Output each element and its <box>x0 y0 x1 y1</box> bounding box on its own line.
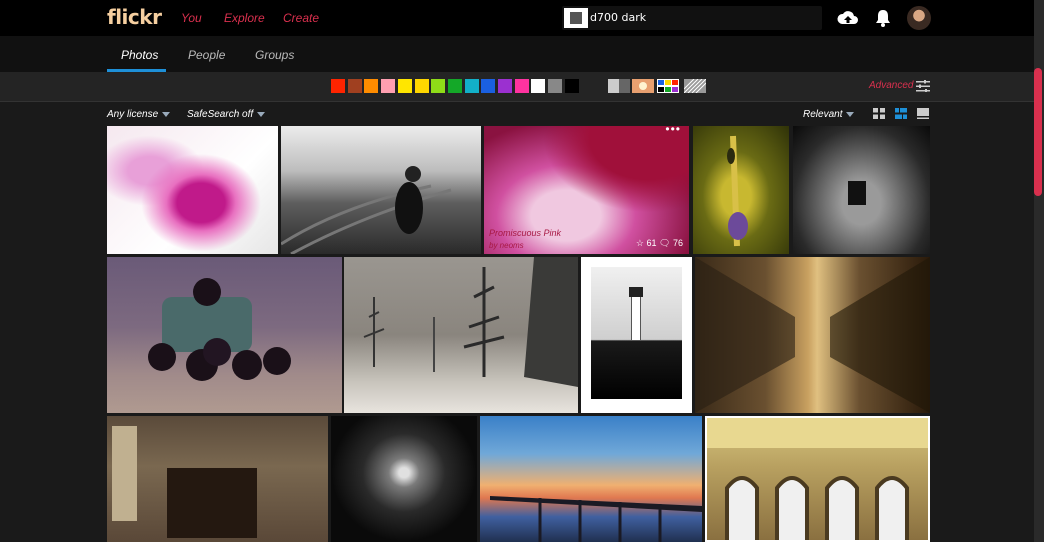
arcade-graphic <box>707 418 928 540</box>
color-swatch[interactable] <box>347 79 362 93</box>
photo-narrow-alley[interactable] <box>695 257 930 413</box>
notifications-icon[interactable] <box>872 8 894 28</box>
trees-graphic <box>363 257 578 387</box>
photo-snowy-forest[interactable] <box>344 257 578 413</box>
lighthouse-print <box>591 267 682 399</box>
piano-shape <box>167 468 257 538</box>
blackberries-graphic <box>148 278 291 381</box>
color-filter-bar: Advanced <box>0 72 1034 102</box>
tab-people[interactable]: People <box>188 48 225 62</box>
color-swatch[interactable] <box>447 79 462 93</box>
flower-graphic <box>727 135 748 247</box>
color-swatch[interactable] <box>498 79 512 93</box>
photo-stats: ☆ 61 🗨 76 <box>636 238 683 249</box>
lighthouse-cap <box>629 287 643 297</box>
safesearch-filter-label: SafeSearch off <box>187 109 254 120</box>
chevron-down-icon <box>162 111 171 117</box>
photo-lighthouse[interactable] <box>581 257 692 413</box>
search-query-text: d700 dark <box>590 11 647 24</box>
chevron-down-icon <box>257 111 266 117</box>
avatar[interactable] <box>907 6 931 30</box>
chevron-down-icon <box>846 111 855 117</box>
minimalist-filter-icon[interactable] <box>657 79 679 93</box>
nav-you[interactable]: You <box>181 11 202 25</box>
photo-dark-room[interactable] <box>793 126 930 254</box>
shallow-depth-filter-icon[interactable] <box>632 79 654 93</box>
photo-title[interactable]: Promiscuous Pink <box>489 228 561 238</box>
color-swatch[interactable] <box>414 79 429 93</box>
flickr-logo[interactable]: flickr <box>107 5 162 29</box>
search-input[interactable]: d700 dark <box>562 6 822 30</box>
color-swatch[interactable] <box>531 79 546 93</box>
color-swatch[interactable] <box>364 79 379 93</box>
tab-photos[interactable]: Photos <box>121 48 158 62</box>
color-swatch[interactable] <box>464 79 479 93</box>
alley-graphic <box>695 257 930 413</box>
top-bar: flickr You Explore Create d700 dark <box>0 0 1034 36</box>
photo-pink-magnolia[interactable] <box>107 126 278 254</box>
sort-filter[interactable]: Relevant <box>803 109 855 120</box>
photo-dark-tunnel[interactable] <box>331 416 477 542</box>
tab-groups[interactable]: Groups <box>255 48 294 62</box>
railway-graphic <box>281 166 452 254</box>
photo-abandoned-piano[interactable] <box>107 416 328 542</box>
faves-count: 61 <box>646 238 657 248</box>
window-shape <box>848 181 866 205</box>
nav-explore[interactable]: Explore <box>224 11 265 25</box>
photo-yellow-flower[interactable] <box>693 126 789 254</box>
license-filter[interactable]: Any license <box>107 109 171 120</box>
advanced-settings-icon[interactable] <box>916 80 930 92</box>
window-light <box>112 426 137 521</box>
color-swatch[interactable] <box>397 79 412 93</box>
grid-view-icon[interactable] <box>873 108 885 119</box>
safesearch-filter[interactable]: SafeSearch off <box>187 109 266 120</box>
more-options-icon[interactable]: ••• <box>665 126 681 136</box>
comments-count: 76 <box>672 238 683 248</box>
photo-ornate-arcade[interactable] <box>705 416 930 542</box>
search-type-icon[interactable] <box>564 8 588 28</box>
pier-graphic <box>490 496 702 542</box>
patterns-filter-icon[interactable] <box>684 79 706 93</box>
nav-create[interactable]: Create <box>283 11 319 25</box>
upload-icon[interactable] <box>837 8 859 28</box>
photo-pier-sunset[interactable] <box>480 416 702 542</box>
single-view-icon[interactable] <box>917 108 929 119</box>
page-scrollbar-thumb[interactable] <box>1034 68 1042 196</box>
color-swatch[interactable] <box>564 79 579 93</box>
color-swatch[interactable] <box>481 79 496 93</box>
photo-promiscuous-pink[interactable]: ••• Promiscuous Pink by neoms ☆ 61 🗨 76 <box>484 126 689 254</box>
sort-filter-label: Relevant <box>803 109 843 120</box>
photo-author[interactable]: by neoms <box>489 241 524 250</box>
star-icon[interactable]: ☆ <box>636 238 644 248</box>
color-swatch[interactable] <box>431 79 446 93</box>
photo-blackberries[interactable] <box>107 257 342 413</box>
search-tabs: Photos People Groups <box>0 36 1034 72</box>
color-swatch[interactable] <box>381 79 396 93</box>
color-swatch[interactable] <box>548 79 563 93</box>
lighthouse-tower <box>631 295 641 341</box>
black-white-filter-icon[interactable] <box>608 79 630 93</box>
license-filter-label: Any license <box>107 109 159 120</box>
color-swatch[interactable] <box>514 79 529 93</box>
comment-icon[interactable]: 🗨 <box>659 238 670 248</box>
photo-girl-on-railway[interactable] <box>281 126 481 254</box>
justified-view-icon[interactable] <box>895 108 907 119</box>
color-swatch[interactable] <box>331 79 345 93</box>
advanced-link[interactable]: Advanced <box>869 80 913 91</box>
